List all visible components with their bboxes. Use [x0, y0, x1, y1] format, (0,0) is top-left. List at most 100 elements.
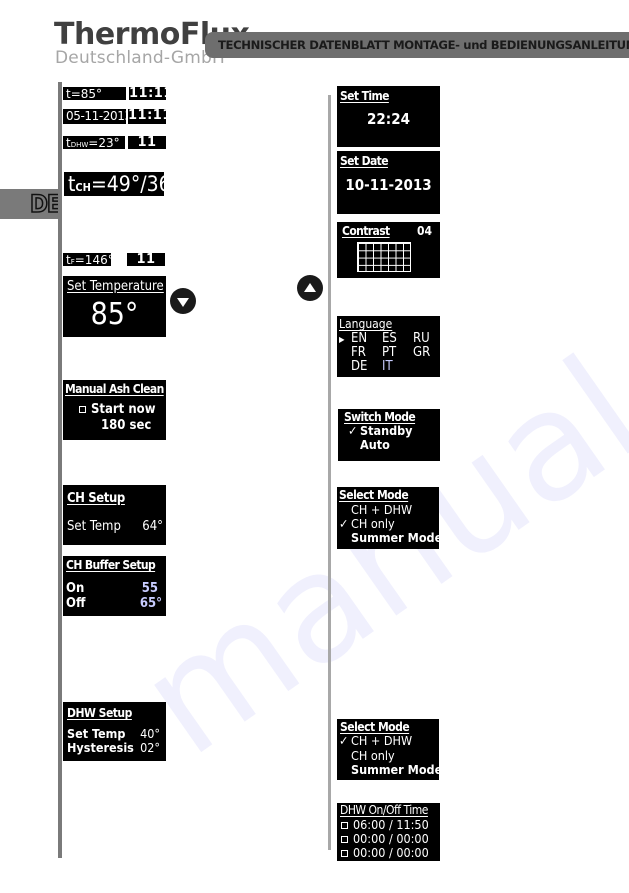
- mode-option-ch-only[interactable]: ✓ CH only: [339, 517, 395, 531]
- ch-sub: CH: [75, 181, 91, 194]
- status-bar-dhw: tDHW=23°: [63, 136, 125, 150]
- time-slot-value: 06:00 / 11:50: [353, 817, 429, 832]
- manual-ash-clean-screen: Manual Ash Clean Start now 180 sec: [63, 380, 166, 440]
- time-slot-row[interactable]: 00:00 / 00:00: [341, 846, 429, 860]
- status-clock: 11 12: [128, 136, 166, 164]
- set-temp-value: 64°: [142, 519, 163, 534]
- mode-option-summer[interactable]: Summer Mode: [351, 531, 439, 545]
- screen-title: Contrast: [342, 224, 390, 238]
- left-column-rule: [58, 82, 62, 858]
- right-column-rule: [328, 95, 331, 850]
- contrast-grid-pattern: [357, 242, 411, 272]
- time-slot-value: 00:00 / 00:00: [353, 845, 429, 860]
- screen-title: DHW On/Off Time: [340, 803, 428, 817]
- buffer-off-label: Off: [66, 596, 86, 611]
- option-label: CH only: [351, 516, 395, 531]
- up-arrow-icon: [304, 282, 316, 292]
- flue-value: =146°: [74, 253, 114, 267]
- status-bar-flue: tF=146°: [63, 253, 114, 267]
- check-icon: ✓: [339, 516, 349, 531]
- time-slot-row[interactable]: 06:00 / 11:50: [341, 818, 429, 832]
- header-banner-text: TECHNISCHER DATENBLATT MONTAGE- und BEDI…: [218, 38, 629, 52]
- screen-title: Manual Ash Clean: [65, 382, 164, 396]
- language-option-gr[interactable]: GR: [413, 346, 430, 360]
- screen-title: DHW Setup: [67, 706, 132, 720]
- language-option-en[interactable]: EN: [351, 332, 367, 346]
- status-bar-date: 05-11-2013: [63, 109, 132, 124]
- contrast-screen: Contrast 04: [337, 222, 440, 278]
- status-date: 05-11-2013: [66, 109, 132, 123]
- screen-title: Select Mode: [340, 720, 410, 734]
- switch-mode-option-standby[interactable]: ✓ Standby: [348, 424, 413, 438]
- time-slot-value: 00:00 / 00:00: [353, 831, 429, 846]
- language-option-it[interactable]: IT: [382, 360, 393, 374]
- down-button[interactable]: [170, 288, 196, 314]
- dhw-temp-sub: DHW: [70, 141, 89, 149]
- set-time-screen: Set Time 22:24: [337, 86, 440, 147]
- mode-option-summer[interactable]: Summer Mode: [351, 763, 439, 777]
- up-button[interactable]: [297, 275, 323, 301]
- ch-setup-screen: CH Setup Set Temp 64°: [63, 485, 166, 545]
- status-clock: 11:11: [128, 108, 172, 124]
- dhw-on-off-time-screen: DHW On/Off Time 06:00 / 11:50 00:00 / 00…: [337, 803, 440, 861]
- dhw-setup-screen: DHW Setup Set Temp 40° Hysteresis 02°: [63, 702, 166, 761]
- option-label: Start now: [91, 402, 156, 417]
- option-label: Standby: [360, 423, 413, 438]
- down-arrow-icon: [177, 297, 189, 307]
- start-now-option[interactable]: Start now: [79, 402, 156, 417]
- selection-pointer-icon: ▶: [339, 335, 345, 344]
- screen-title: Select Mode: [339, 488, 409, 502]
- language-option-es[interactable]: ES: [382, 332, 397, 346]
- check-icon: ✓: [339, 733, 349, 748]
- date-value: 10-11-2013: [345, 176, 432, 194]
- checkbox-icon: [341, 822, 348, 829]
- contrast-value: 04: [416, 224, 432, 238]
- language-option-pt[interactable]: PT: [382, 346, 396, 360]
- ch-buffer-setup-screen: CH Buffer Setup On 55 Off 65°: [63, 556, 166, 616]
- status-clock: 11:11: [129, 86, 173, 101]
- mode-option-ch-dhw[interactable]: ✓ CH + DHW: [339, 734, 412, 748]
- set-temperature-screen: Set Temperature 85°: [63, 276, 166, 337]
- set-date-screen: Set Date 10-11-2013: [337, 151, 440, 214]
- screen-title: CH Setup: [67, 491, 125, 506]
- hysteresis-label: Hysteresis: [67, 740, 134, 755]
- dhw-set-temp-label: Set Temp: [67, 726, 126, 741]
- time-value: 22:24: [367, 110, 410, 128]
- language-option-fr[interactable]: FR: [351, 346, 366, 360]
- checkbox-icon: [341, 850, 348, 857]
- duration-value: 180 sec: [101, 418, 152, 433]
- ch-values: =49°/36°: [90, 172, 164, 196]
- screen-title: Switch Mode: [344, 410, 416, 424]
- status-clock: 11 11: [127, 253, 165, 281]
- option-label: CH + DHW: [351, 733, 413, 748]
- check-icon: ✓: [348, 423, 358, 438]
- time-slot-row[interactable]: 00:00 / 00:00: [341, 832, 429, 846]
- set-temp-label: Set Temp: [67, 519, 121, 534]
- buffer-off-value: 65°: [139, 596, 162, 611]
- switch-mode-option-auto[interactable]: Auto: [360, 438, 390, 452]
- hysteresis-value: 02°: [140, 740, 160, 755]
- screen-title: Language: [339, 317, 393, 331]
- checkbox-icon: [341, 836, 348, 843]
- buffer-on-value: 55: [141, 581, 158, 596]
- screen-title: CH Buffer Setup: [66, 558, 156, 572]
- side-language-code: DE: [29, 189, 62, 219]
- buffer-on-label: On: [66, 581, 85, 596]
- mode-option-ch-dhw[interactable]: CH + DHW: [351, 503, 412, 517]
- select-mode-screen: Select Mode ✓ CH + DHW CH only Summer Mod…: [337, 719, 439, 780]
- mode-option-ch-only[interactable]: CH only: [351, 749, 395, 763]
- screen-title: Set Temperature: [67, 279, 164, 294]
- checkbox-icon: [79, 406, 86, 413]
- dhw-set-temp-value: 40°: [140, 726, 160, 741]
- dhw-temp-value: =23°: [88, 136, 120, 150]
- screen-title: Set Date: [340, 154, 389, 168]
- screen-title: Set Time: [340, 89, 389, 103]
- language-screen: Language ▶ EN ES RU FR PT GR DE IT: [337, 316, 440, 377]
- ch-temperature-display: tCH=49°/36°: [64, 172, 164, 196]
- language-option-de[interactable]: DE: [351, 360, 367, 374]
- switch-mode-screen: Switch Mode ✓ Standby Auto: [338, 409, 440, 461]
- temperature-value: 85°: [90, 297, 139, 332]
- status-temperature: t=85°: [66, 87, 103, 101]
- status-bar-temperature: t=85°: [63, 87, 126, 101]
- language-option-ru[interactable]: RU: [413, 332, 430, 346]
